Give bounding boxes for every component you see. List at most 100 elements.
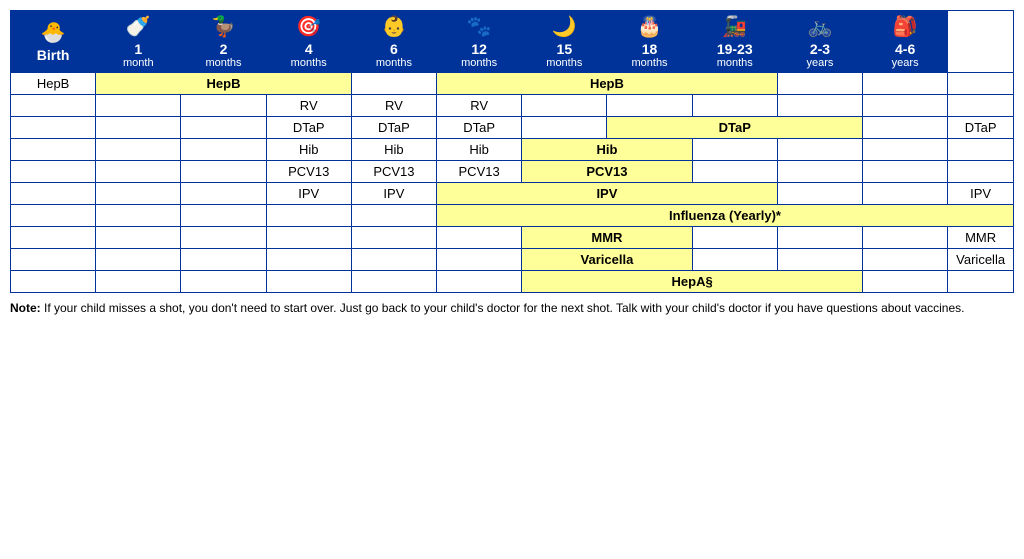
cell-mmr-18mo xyxy=(692,227,777,249)
table-row: HepBHepBHepB xyxy=(11,73,1014,95)
cell-rv-1mo xyxy=(181,95,266,117)
header-icon-4-6yr: 🎒 xyxy=(865,14,945,39)
cell-rv-15mo xyxy=(607,95,692,117)
cell-hib-1mo xyxy=(181,139,266,161)
cell-var-4mo xyxy=(351,249,436,271)
cell-pcv-birth xyxy=(96,161,181,183)
vaccine-schedule-table: 🐣Birth🍼1month🦆2months🎯4months👶6months🐾12… xyxy=(10,10,1014,293)
cell-rv-46yr xyxy=(948,95,1014,117)
vaccine-label xyxy=(11,227,96,249)
cell-ipv-6mo-18mo: IPV xyxy=(437,183,778,205)
table-row: Influenza (Yearly)* xyxy=(11,205,1014,227)
cell-mmr-12mo-15mo: MMR xyxy=(522,227,692,249)
header-birth: 🐣Birth xyxy=(11,11,96,73)
cell-mmr-1mo xyxy=(181,227,266,249)
note-bold: Note: xyxy=(10,301,41,315)
cell-flu-6mo-46yr: Influenza (Yearly)* xyxy=(437,205,1014,227)
cell-hepa-birth xyxy=(96,271,181,293)
cell-hib-birth xyxy=(96,139,181,161)
cell-dtap-6mo: DTaP xyxy=(437,117,522,139)
cell-ipv-1923mo xyxy=(777,183,862,205)
cell-pcv-18mo xyxy=(692,161,777,183)
cell-pcv-46yr xyxy=(948,161,1014,183)
cell-rv-birth xyxy=(96,95,181,117)
header-4mo: 🎯4months xyxy=(266,11,351,73)
cell-ipv-23yr xyxy=(863,183,948,205)
header-icon-6mo: 👶 xyxy=(354,14,434,39)
header-icon-2-3yr: 🚲 xyxy=(780,14,860,39)
cell-flu-birth xyxy=(96,205,181,227)
cell-var-18mo xyxy=(692,249,777,271)
cell-dtap-12mo xyxy=(522,117,607,139)
cell-pcv-1mo xyxy=(181,161,266,183)
cell-pcv-6mo: PCV13 xyxy=(437,161,522,183)
header-1mo: 🍼1month xyxy=(96,11,181,73)
cell-pcv-2mo: PCV13 xyxy=(266,161,351,183)
cell-hib-18mo xyxy=(692,139,777,161)
cell-rv-23yr xyxy=(863,95,948,117)
vaccine-label xyxy=(11,117,96,139)
cell-flu-2mo xyxy=(266,205,351,227)
vaccine-label xyxy=(11,183,96,205)
table-row: PCV13PCV13PCV13PCV13 xyxy=(11,161,1014,183)
cell-hepb-1923mo xyxy=(777,73,862,95)
cell-var-6mo xyxy=(437,249,522,271)
cell-hepa-4mo xyxy=(351,271,436,293)
cell-var-1923mo xyxy=(777,249,862,271)
cell-hib-1923mo xyxy=(777,139,862,161)
cell-pcv-4mo: PCV13 xyxy=(351,161,436,183)
cell-hib-2mo: Hib xyxy=(266,139,351,161)
cell-ipv-2mo: IPV xyxy=(266,183,351,205)
cell-hepa-6mo xyxy=(437,271,522,293)
cell-var-46yr: Varicella xyxy=(948,249,1014,271)
cell-hepb-23yr xyxy=(863,73,948,95)
cell-pcv-12mo-15mo: PCV13 xyxy=(522,161,692,183)
cell-rv-18mo xyxy=(692,95,777,117)
cell-dtap-15mo-1923mo: DTaP xyxy=(607,117,863,139)
cell-flu-1mo xyxy=(181,205,266,227)
cell-dtap-23yr xyxy=(863,117,948,139)
header-4-6yr: 🎒4-6years xyxy=(863,11,948,73)
header-icon-12mo: 🐾 xyxy=(439,14,519,39)
cell-pcv-23yr xyxy=(863,161,948,183)
cell-var-birth xyxy=(96,249,181,271)
cell-dtap-birth xyxy=(96,117,181,139)
cell-dtap-1mo xyxy=(181,117,266,139)
vaccine-label xyxy=(11,271,96,293)
cell-dtap-4mo: DTaP xyxy=(351,117,436,139)
table-row: HibHibHibHib xyxy=(11,139,1014,161)
cell-var-1mo xyxy=(181,249,266,271)
cell-rv-1923mo xyxy=(777,95,862,117)
cell-hepb-4mo xyxy=(351,73,436,95)
cell-mmr-2mo xyxy=(266,227,351,249)
header-icon-18mo: 🎂 xyxy=(609,14,689,39)
cell-hepa-1mo xyxy=(181,271,266,293)
vaccine-label xyxy=(11,95,96,117)
cell-mmr-46yr: MMR xyxy=(948,227,1014,249)
cell-hepb-birth-2mo: HepB xyxy=(96,73,352,95)
cell-rv-4mo: RV xyxy=(351,95,436,117)
cell-mmr-23yr xyxy=(863,227,948,249)
table-row: VaricellaVaricella xyxy=(11,249,1014,271)
header-15mo: 🌙15months xyxy=(522,11,607,73)
header-2-3yr: 🚲2-3years xyxy=(777,11,862,73)
header-2mo: 🦆2months xyxy=(181,11,266,73)
vaccine-label xyxy=(11,249,96,271)
cell-hib-4mo: Hib xyxy=(351,139,436,161)
header-icon-15mo: 🌙 xyxy=(524,14,604,39)
cell-rv-6mo: RV xyxy=(437,95,522,117)
cell-rv-12mo xyxy=(522,95,607,117)
table-row: IPVIPVIPVIPV xyxy=(11,183,1014,205)
cell-var-2mo xyxy=(266,249,351,271)
cell-ipv-4mo: IPV xyxy=(351,183,436,205)
cell-hib-6mo: Hib xyxy=(437,139,522,161)
header-12mo: 🐾12months xyxy=(437,11,522,73)
cell-hib-12mo-15mo: Hib xyxy=(522,139,692,161)
header-6mo: 👶6months xyxy=(351,11,436,73)
note-text: If your child misses a shot, you don't n… xyxy=(41,301,965,315)
header-19-23mo: 🚂19-23months xyxy=(692,11,777,73)
table-row: RVRVRV xyxy=(11,95,1014,117)
cell-dtap-2mo: DTaP xyxy=(266,117,351,139)
cell-hepb-6mo-18mo: HepB xyxy=(437,73,778,95)
cell-pcv-1923mo xyxy=(777,161,862,183)
